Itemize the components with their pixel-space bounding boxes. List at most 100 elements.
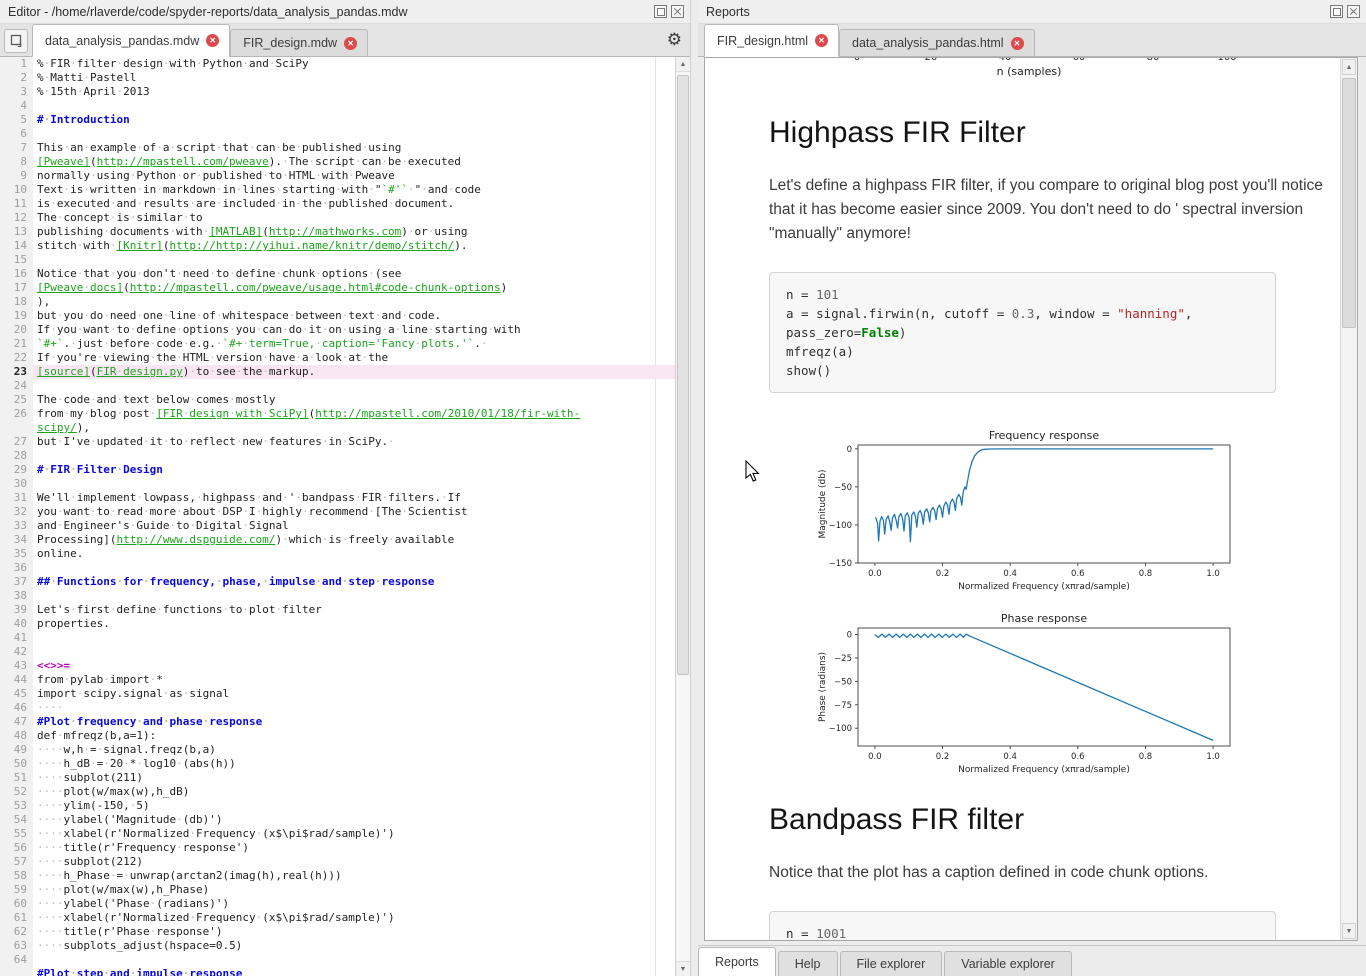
editor-line[interactable]: 48def·mfreqz(b,a=1): xyxy=(0,729,675,743)
editor-line[interactable]: 58····h_Phase·=·unwrap(arctan2(imag(h),r… xyxy=(0,869,675,883)
editor-line[interactable]: 12The·concept·is·similar·to xyxy=(0,211,675,225)
editor-line[interactable]: 20If·you·want·to·define·options·you·can·… xyxy=(0,323,675,337)
editor-line[interactable]: 25The·code·and·text·below·comes·mostly xyxy=(0,393,675,407)
editor-tab-data-analysis-pandas[interactable]: data_analysis_pandas.mdw ✕ xyxy=(32,24,230,57)
scroll-down-icon[interactable]: ▼ xyxy=(676,961,690,976)
scrollbar-thumb[interactable] xyxy=(677,75,689,675)
editor-line[interactable]: 57····subplot(212) xyxy=(0,855,675,869)
editor-line[interactable]: 36 xyxy=(0,561,675,575)
editor-line[interactable]: 30 xyxy=(0,477,675,491)
editor-line[interactable]: 37##·Functions·for·frequency,·phase,·imp… xyxy=(0,575,675,589)
editor-line[interactable]: 21`#+`.·just·before·code·e.g.·`#+·term=T… xyxy=(0,337,675,351)
editor-line[interactable]: 28 xyxy=(0,449,675,463)
scroll-up-icon[interactable]: ▲ xyxy=(676,57,690,72)
editor-line[interactable]: 3%·15th·April·2013 xyxy=(0,85,675,99)
editor-line[interactable]: 52····plot(w/max(w),h_dB) xyxy=(0,785,675,799)
editor-line[interactable]: 18), xyxy=(0,295,675,309)
line-number: 18 xyxy=(0,295,33,309)
editor-line[interactable]: 23[source](FIR·design.py)·to·see·the·mar… xyxy=(0,365,675,379)
report-scrollbar[interactable]: ▲ ▼ xyxy=(1340,58,1357,940)
editor-line[interactable]: 59····plot(w/max(w),h_Phase) xyxy=(0,883,675,897)
editor-line[interactable]: 29#·FIR·Filter·Design xyxy=(0,463,675,477)
editor-line[interactable]: 50····h_dB·=·20·*·log10·(abs(h)) xyxy=(0,757,675,771)
undock-icon[interactable] xyxy=(1330,5,1343,18)
editor-scrollbar[interactable]: ▲ ▼ xyxy=(675,57,690,976)
pane-splitter[interactable] xyxy=(691,0,698,976)
editor-line[interactable]: 1%·FIR·filter·design·with·Python·and·Sci… xyxy=(0,57,675,71)
editor-line[interactable]: 27but·I've·updated·it·to·reflect·new·fea… xyxy=(0,435,675,449)
close-pane-icon[interactable] xyxy=(1347,5,1360,18)
editor-line[interactable]: 34Processing](http://www.dspguide.com/)·… xyxy=(0,533,675,547)
editor-line[interactable]: 62····title(r'Phase·response') xyxy=(0,925,675,939)
line-number: 59 xyxy=(0,883,33,897)
tab-close-icon[interactable]: ✕ xyxy=(344,37,357,50)
editor-line[interactable]: 19but·you·do·need·one·line·of·whitespace… xyxy=(0,309,675,323)
editor-line[interactable]: 40properties. xyxy=(0,617,675,631)
editor-line[interactable]: 10Text·is·written·in·markdown·in·lines·s… xyxy=(0,183,675,197)
undock-icon[interactable] xyxy=(654,5,667,18)
editor-line[interactable]: 5#·Introduction xyxy=(0,113,675,127)
editor-line[interactable]: 26from·my·blog·post·[FIR·design·with·Sci… xyxy=(0,407,675,421)
editor-line[interactable]: 55····xlabel(r'Normalized·Frequency·(x$\… xyxy=(0,827,675,841)
editor-line[interactable]: 54····ylabel('Magnitude·(db)') xyxy=(0,813,675,827)
options-gear-icon[interactable]: ⚙ xyxy=(659,30,690,50)
editor-line[interactable]: 38 xyxy=(0,589,675,603)
tab-close-icon[interactable]: ✕ xyxy=(815,34,828,47)
report-tab-fir-design[interactable]: FIR_design.html ✕ xyxy=(704,24,839,57)
editor-line[interactable]: 17[Pweave·docs](http://mpastell.com/pwea… xyxy=(0,281,675,295)
editor-line[interactable]: 32you·want·to·read·more·about·DSP·I·high… xyxy=(0,505,675,519)
editor-line[interactable]: 16Notice·that·you·don't·need·to·define·c… xyxy=(0,267,675,281)
editor-line[interactable]: 31We'll·implement·lowpass,·highpass·and·… xyxy=(0,491,675,505)
editor-line[interactable]: 6 xyxy=(0,127,675,141)
editor-line[interactable]: 4 xyxy=(0,99,675,113)
editor-line[interactable]: 60····ylabel('Phase·(radians)') xyxy=(0,897,675,911)
editor-line[interactable]: 42 xyxy=(0,645,675,659)
editor-rows[interactable]: 1%·FIR·filter·design·with·Python·and·Sci… xyxy=(0,57,675,976)
editor-line[interactable]: 63····subplots_adjust(hspace=0.5) xyxy=(0,939,675,953)
plugin-tab-file-explorer[interactable]: File explorer xyxy=(840,951,943,976)
scroll-up-icon[interactable]: ▲ xyxy=(1342,59,1356,75)
editor-line[interactable]: 51····subplot(211) xyxy=(0,771,675,785)
editor-tab-fir-design[interactable]: FIR_design.mdw ✕ xyxy=(230,29,368,56)
svg-text:0.0: 0.0 xyxy=(868,752,882,762)
editor-line[interactable]: 35online. xyxy=(0,547,675,561)
editor-line[interactable]: 43<<>>= xyxy=(0,659,675,673)
editor-line[interactable]: 13publishing·documents·with·[MATLAB](htt… xyxy=(0,225,675,239)
editor-line[interactable]: 9normally·using·Python·or·published·to·H… xyxy=(0,169,675,183)
plugin-tab-variable-explorer[interactable]: Variable explorer xyxy=(944,951,1072,976)
editor-line[interactable]: 64 xyxy=(0,953,675,967)
line-number: 26 xyxy=(0,407,33,421)
editor-line[interactable]: 7This·an·example·of·a·script·that·can·be… xyxy=(0,141,675,155)
editor-line[interactable]: 33and·Engineer's·Guide·to·Digital·Signal xyxy=(0,519,675,533)
editor-line[interactable]: 15 xyxy=(0,253,675,267)
tab-close-icon[interactable]: ✕ xyxy=(206,34,219,47)
editor-line[interactable]: scipy/), xyxy=(0,421,675,435)
editor-line[interactable]: 41 xyxy=(0,631,675,645)
editor-line[interactable]: 49····w,h·=·signal.freqz(b,a) xyxy=(0,743,675,757)
editor-area[interactable]: 1%·FIR·filter·design·with·Python·and·Sci… xyxy=(0,57,690,976)
plugin-tab-reports[interactable]: Reports xyxy=(698,947,776,976)
editor-line[interactable]: 2%·Matti·Pastell xyxy=(0,71,675,85)
scroll-down-icon[interactable]: ▼ xyxy=(1342,923,1356,939)
editor-line[interactable]: 45import·scipy.signal·as·signal xyxy=(0,687,675,701)
plugin-tab-help[interactable]: Help xyxy=(778,951,838,976)
editor-line[interactable]: 44from·pylab·import·* xyxy=(0,673,675,687)
editor-line[interactable]: 11is·executed·and·results·are·included·i… xyxy=(0,197,675,211)
report-webview[interactable]: 020406080100 n (samples) Highpass FIR Fi… xyxy=(704,57,1358,941)
editor-line[interactable]: 22If·you're·viewing·the·HTML·version·hav… xyxy=(0,351,675,365)
close-pane-icon[interactable] xyxy=(671,5,684,18)
editor-line[interactable]: #Plot·step·and·impulse·response xyxy=(0,967,675,976)
editor-line[interactable]: 46···· xyxy=(0,701,675,715)
browse-tabs-button[interactable] xyxy=(4,29,28,53)
editor-line[interactable]: 61····xlabel(r'Normalized·Frequency·(x$\… xyxy=(0,911,675,925)
editor-line[interactable]: 14stitch·with·[Knitr](http://http://yihu… xyxy=(0,239,675,253)
editor-line[interactable]: 53····ylim(-150,·5) xyxy=(0,799,675,813)
scrollbar-thumb[interactable] xyxy=(1342,78,1356,328)
editor-line[interactable]: 39Let's·first·define·functions·to·plot·f… xyxy=(0,603,675,617)
report-tab-data-analysis-pandas[interactable]: data_analysis_pandas.html ✕ xyxy=(839,29,1035,56)
editor-line[interactable]: 24 xyxy=(0,379,675,393)
editor-line[interactable]: 8[Pweave](http://mpastell.com/pweave).·T… xyxy=(0,155,675,169)
editor-line[interactable]: 56····title(r'Frequency·response') xyxy=(0,841,675,855)
tab-close-icon[interactable]: ✕ xyxy=(1011,37,1024,50)
editor-line[interactable]: 47#Plot·frequency·and·phase·response xyxy=(0,715,675,729)
